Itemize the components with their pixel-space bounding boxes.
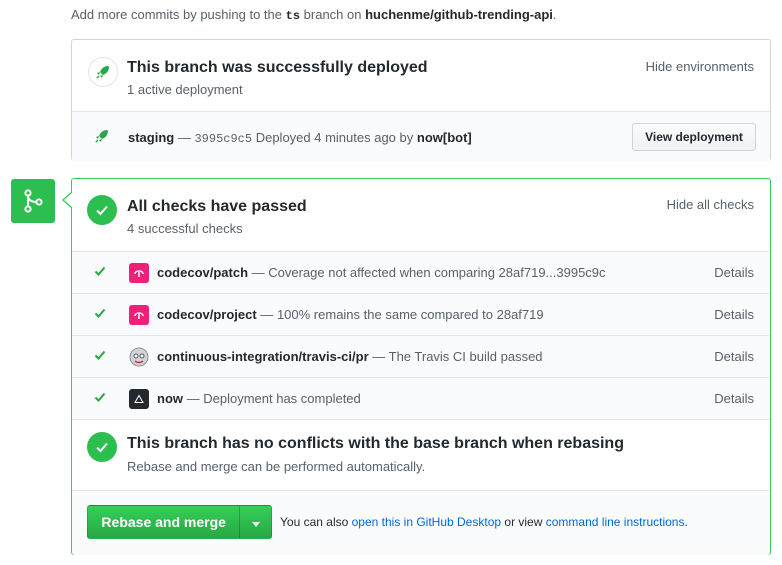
travis-icon bbox=[129, 347, 149, 367]
push-hint-suffix: . bbox=[552, 7, 557, 22]
details-link[interactable]: Details bbox=[714, 265, 754, 280]
checks-title: All checks have passed bbox=[127, 198, 307, 215]
hide-all-checks-link[interactable]: Hide all checks bbox=[667, 197, 754, 212]
merge-note-prefix: You can also bbox=[280, 515, 349, 529]
check-icon bbox=[94, 349, 106, 364]
open-in-desktop-link[interactable]: open this in GitHub Desktop bbox=[352, 515, 501, 529]
push-hint: Add more commits by pushing to the ts br… bbox=[71, 7, 557, 23]
check-row: continuous-integration/travis-ci/pr — Th… bbox=[72, 336, 770, 378]
push-hint-middle: branch on bbox=[303, 7, 362, 22]
check-name: continuous-integration/travis-ci/pr bbox=[157, 349, 369, 364]
check-description: continuous-integration/travis-ci/pr — Th… bbox=[157, 349, 543, 364]
check-detail-text: — Coverage not affected when comparing 2… bbox=[251, 265, 606, 280]
check-circle-icon bbox=[87, 432, 117, 462]
check-detail-text: — Deployment has completed bbox=[186, 391, 361, 406]
check-icon bbox=[94, 307, 106, 322]
timeline-caret-inner bbox=[64, 193, 72, 207]
check-row: codecov/project — 100% remains the same … bbox=[72, 294, 770, 336]
conflict-subtitle: Rebase and merge can be performed automa… bbox=[127, 459, 426, 474]
repo-name: huchenme/github-trending-api bbox=[365, 7, 553, 22]
check-row: codecov/patch — Coverage not affected wh… bbox=[72, 252, 770, 294]
rebase-merge-button-group: Rebase and merge bbox=[87, 505, 272, 539]
deployment-row: staging — 3995c9c5 Deployed 4 minutes ag… bbox=[72, 112, 770, 162]
merge-checks-panel: All checks have passed 4 successful chec… bbox=[71, 178, 771, 555]
check-description: codecov/patch — Coverage not affected wh… bbox=[157, 265, 606, 280]
merge-method-dropdown[interactable] bbox=[239, 506, 271, 538]
command-line-instructions-link[interactable]: command line instructions bbox=[546, 515, 685, 529]
rocket-icon bbox=[88, 57, 118, 87]
environment-name: staging bbox=[128, 130, 175, 145]
checks-header: All checks have passed 4 successful chec… bbox=[72, 179, 770, 252]
deployment-header: This branch was successfully deployed 1 … bbox=[72, 40, 770, 112]
deployment-time: Deployed 4 minutes ago by bbox=[255, 130, 414, 145]
check-name: now bbox=[157, 391, 183, 406]
deployment-title: This branch was successfully deployed bbox=[127, 59, 428, 76]
merge-actions: Rebase and merge You can also open this … bbox=[72, 491, 770, 555]
check-description: now — Deployment has completed bbox=[157, 391, 361, 406]
merge-alternatives-note: You can also open this in GitHub Desktop… bbox=[280, 515, 688, 529]
push-hint-prefix: Add more commits by pushing to the bbox=[71, 7, 282, 22]
codecov-icon bbox=[129, 263, 149, 283]
details-link[interactable]: Details bbox=[714, 349, 754, 364]
branch-name: ts bbox=[285, 9, 301, 23]
rebase-and-merge-button[interactable]: Rebase and merge bbox=[88, 506, 239, 538]
details-link[interactable]: Details bbox=[714, 307, 754, 322]
check-icon bbox=[94, 265, 106, 280]
check-circle-icon bbox=[87, 195, 117, 225]
deployment-subtitle: 1 active deployment bbox=[127, 82, 243, 97]
check-description: codecov/project — 100% remains the same … bbox=[157, 307, 544, 322]
deployment-separator: — bbox=[174, 130, 195, 145]
conflict-status: This branch has no conflicts with the ba… bbox=[72, 420, 770, 491]
deployment-actor: now[bot] bbox=[416, 130, 472, 145]
checks-subtitle: 4 successful checks bbox=[127, 221, 243, 236]
check-detail-text: — 100% remains the same compared to 28af… bbox=[260, 307, 544, 322]
check-name: codecov/project bbox=[157, 307, 257, 322]
check-icon bbox=[94, 391, 106, 406]
now-icon bbox=[129, 389, 149, 409]
git-merge-icon bbox=[11, 179, 55, 223]
rocket-icon bbox=[94, 128, 110, 147]
merge-note-middle: or view bbox=[504, 515, 543, 529]
check-detail-text: — The Travis CI build passed bbox=[372, 349, 543, 364]
hide-environments-link[interactable]: Hide environments bbox=[646, 59, 754, 74]
codecov-icon bbox=[129, 305, 149, 325]
conflict-title: This branch has no conflicts with the ba… bbox=[127, 435, 624, 452]
caret-down-icon bbox=[251, 515, 260, 530]
merge-note-suffix: . bbox=[684, 515, 688, 529]
details-link[interactable]: Details bbox=[714, 391, 754, 406]
commit-sha: 3995c9c5 bbox=[194, 132, 253, 146]
check-name: codecov/patch bbox=[157, 265, 249, 280]
deployment-info: staging — 3995c9c5 Deployed 4 minutes ag… bbox=[128, 130, 472, 146]
view-deployment-button[interactable]: View deployment bbox=[632, 123, 756, 151]
check-row: now — Deployment has completed Details bbox=[72, 378, 770, 420]
deployment-panel: This branch was successfully deployed 1 … bbox=[71, 39, 771, 162]
